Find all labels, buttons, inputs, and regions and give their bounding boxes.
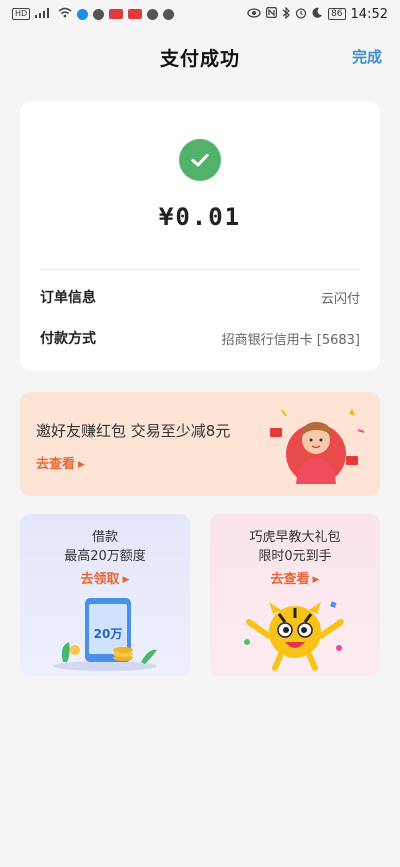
success-check-icon: [179, 139, 221, 181]
payment-result-card: ¥0.01 订单信息 云闪付 付款方式 招商银行信用卡 [5683]: [20, 101, 380, 371]
loan-claim-link[interactable]: 去领取 ▶: [20, 568, 190, 587]
gift-promo-title: 巧虎早教大礼包: [249, 530, 341, 545]
loan-promo-card[interactable]: 借款 最高20万额度 去领取 ▶ 20万: [20, 514, 190, 676]
phone-with-coins-illustration: 20万: [53, 598, 157, 671]
status-bar: HD 86 14:52: [0, 0, 400, 28]
hd-indicator: HD: [12, 8, 31, 20]
gift-promo-subtitle: 限时0元到手: [258, 549, 332, 564]
status-bar-right: 86 14:52: [247, 6, 388, 22]
invite-friends-banner[interactable]: 邀好友赚红包 交易至少减8元 去查看 ▶: [20, 392, 380, 496]
bluetooth-icon: [282, 6, 290, 22]
status-bar-left: HD: [12, 7, 175, 21]
wifi-icon: [58, 7, 72, 21]
arrow-right-icon: ▶: [78, 460, 85, 470]
clock: 14:52: [350, 6, 388, 22]
app-notification-icon: [109, 9, 124, 19]
order-info-label: 订单信息: [40, 290, 96, 306]
order-info-row: 订单信息 云闪付: [40, 287, 360, 307]
header: 支付成功 完成: [0, 28, 400, 86]
app-notification-icon: [147, 8, 159, 20]
battery-indicator: 86: [328, 8, 346, 20]
tiger-mascot-illustration: [244, 601, 344, 671]
payment-amount: ¥0.01: [158, 203, 242, 231]
gift-view-label: 去查看: [270, 572, 310, 587]
arrow-right-icon: ▶: [122, 575, 130, 585]
app-notification-icon: [163, 8, 175, 20]
divider: [40, 269, 360, 270]
gift-view-link[interactable]: 去查看 ▶: [210, 568, 380, 587]
invite-banner-title: 邀好友赚红包 交易至少减8元: [36, 422, 231, 440]
done-button[interactable]: 完成: [352, 46, 382, 67]
payment-method-label: 付款方式: [40, 331, 96, 347]
app-notification-icon: [128, 9, 143, 19]
loan-claim-label: 去领取: [80, 572, 120, 587]
payment-method-value: 招商银行信用卡 [5683]: [221, 332, 360, 348]
loan-promo-title: 借款: [91, 530, 118, 545]
qiaohu-gift-promo-card[interactable]: 巧虎早教大礼包 限时0元到手 去查看 ▶: [210, 514, 380, 676]
invite-view-label: 去查看: [36, 457, 76, 472]
loan-promo-subtitle: 最高20万额度: [64, 549, 146, 564]
app-notification-icon: [93, 8, 105, 20]
eye-icon: [247, 7, 261, 21]
loan-amount-badge: 20万: [94, 627, 123, 641]
order-info-value: 云闪付: [320, 291, 360, 307]
invite-view-link[interactable]: 去查看 ▶: [36, 453, 85, 472]
signal-icon: [35, 7, 53, 21]
payment-method-row: 付款方式 招商银行信用卡 [5683]: [40, 328, 360, 348]
alarm-icon: [295, 7, 307, 22]
page-title: 支付成功: [159, 47, 240, 70]
nfc-icon: [266, 7, 278, 21]
moon-icon: [312, 7, 323, 21]
arrow-right-icon: ▶: [312, 575, 320, 585]
app-notification-icon: [77, 8, 89, 20]
girl-with-red-envelope-illustration: [270, 408, 365, 484]
